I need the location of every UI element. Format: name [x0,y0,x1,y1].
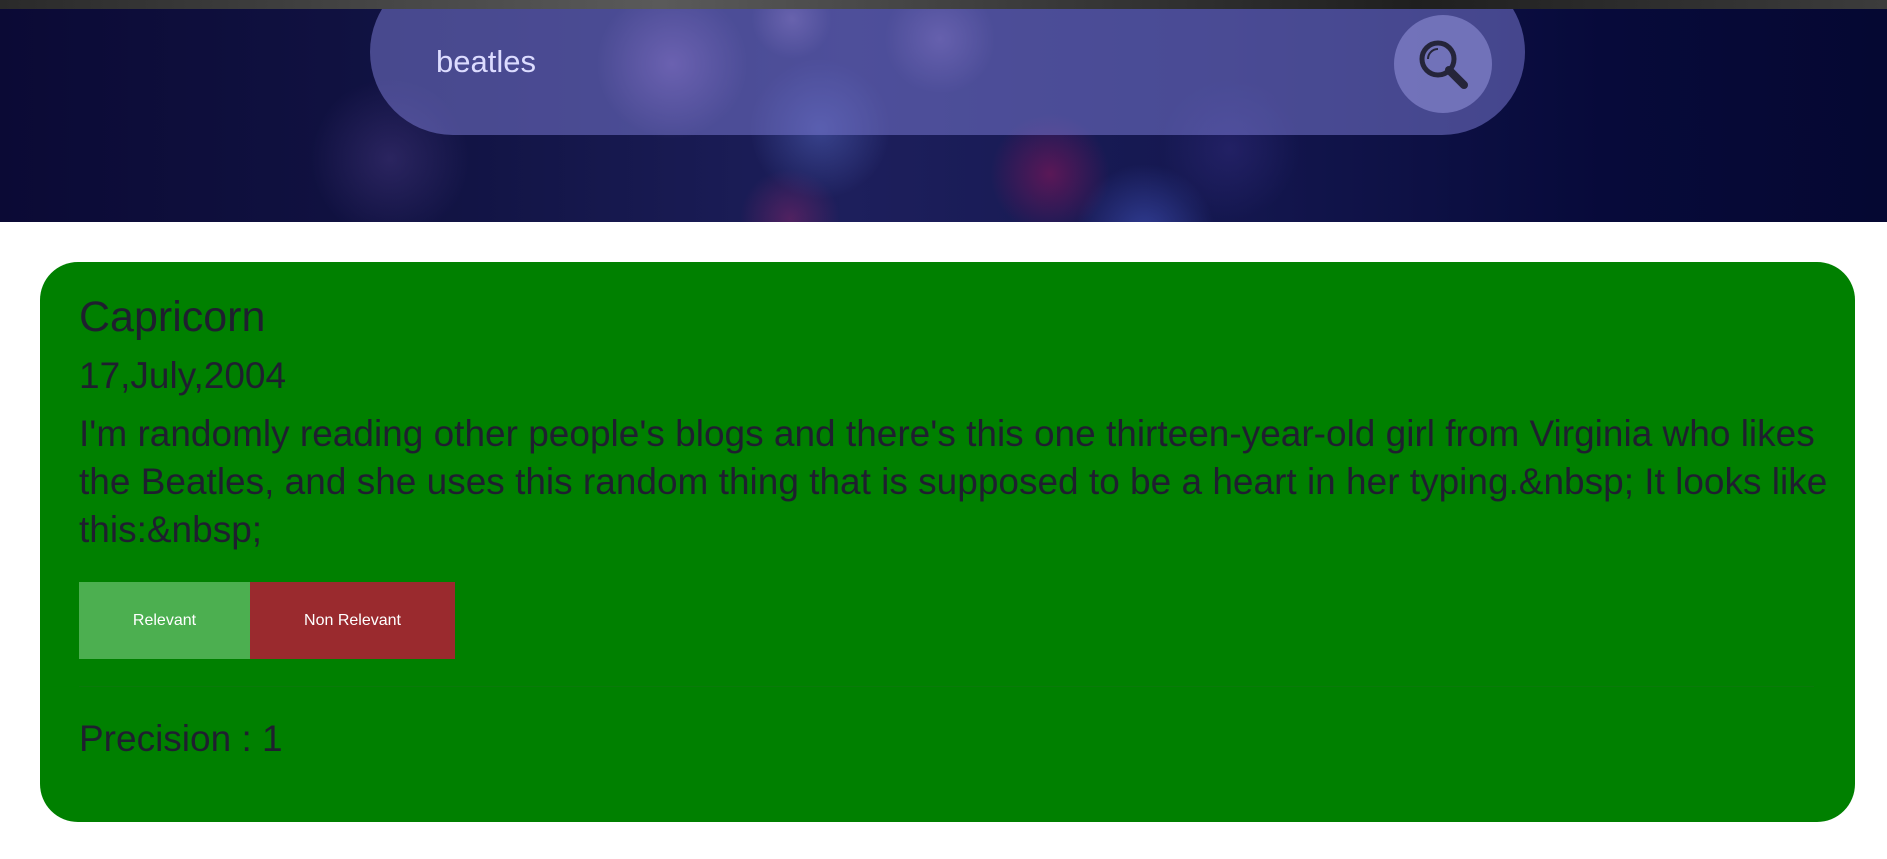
search-icon [1419,40,1468,89]
search-button[interactable] [1394,15,1492,113]
non-relevant-button[interactable]: Non Relevant [250,582,455,659]
search-header [0,9,1887,222]
result-title: Capricorn [79,293,266,341]
search-input[interactable] [436,39,1336,85]
precision-label: Precision : 1 [79,718,283,759]
result-snippet: I'm randomly reading other people's blog… [79,413,1828,550]
relevant-button[interactable]: Relevant [79,582,250,659]
feedback-buttons: Relevant Non Relevant [79,582,1815,659]
search-bar [370,9,1525,135]
divider [79,686,1814,687]
browser-top-strip [0,0,1887,9]
result-card: Capricorn 17,July,2004 I'm randomly read… [40,262,1855,822]
result-date: 17,July,2004 [79,355,287,396]
